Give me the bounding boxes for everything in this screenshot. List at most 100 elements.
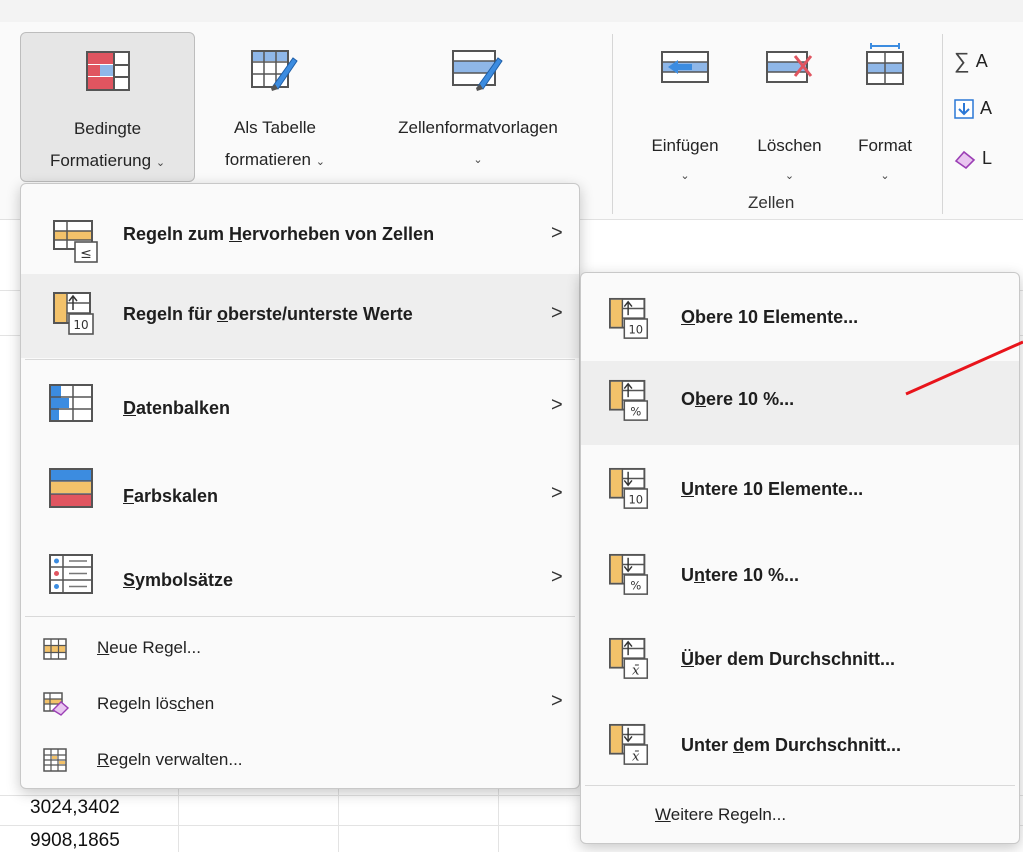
access-key: U [681,479,694,499]
manage-rules-item[interactable]: Regeln verwalten... [21,736,579,786]
below-average-icon: x̄ [609,723,649,765]
top-bottom-rules-icon: 10 [53,292,94,335]
label-part: tere 10 %... [705,565,800,585]
insert-cells-label: Einfügen [651,136,719,155]
access-key: D [123,398,136,418]
clear-rules-item[interactable]: Regeln löschen > [21,680,579,730]
chevron-down-icon: ⌄ [784,170,795,182]
highlight-cells-rules-item[interactable]: ≤ Regeln zum Hervorheben von Zellen > [21,192,579,282]
insert-cells-button[interactable]: Einfügen ⌄ [630,32,740,182]
access-key: d [733,735,745,755]
bottom-10-icon: 10 [609,467,649,509]
new-rule-label: Neue Regel... [97,638,201,658]
top-10-percent-label: Obere 10 %... [681,389,794,410]
format-cells-icon [866,43,904,85]
label-part: Unter [681,735,734,755]
access-key: W [655,805,671,824]
chevron-right-icon: > [551,482,563,504]
label-part: eue Regel... [109,638,201,657]
group-separator [942,34,943,214]
autosum-label: A [975,50,988,71]
fill-label: A [980,98,993,118]
cell-value[interactable]: 9908,1865 [30,830,120,852]
autosum-button[interactable]: ∑ A [954,48,988,74]
access-key: Ü [681,649,694,669]
bottom-10-items-item[interactable]: 10 Untere 10 Elemente... [581,449,1019,533]
eraser-icon [954,150,976,169]
bottom-10-percent-icon: % [609,553,649,595]
above-average-label: Über dem Durchschnitt... [681,649,895,670]
badge-text: 10 [628,492,643,506]
highlight-cells-rules-label: Regeln zum Hervorheben von Zellen [123,224,434,245]
bottom-10-percent-label: Untere 10 %... [681,565,799,586]
manage-rules-icon [43,748,67,772]
access-key: c [177,694,186,713]
format-as-table-label-2: formatieren ⌄ [200,146,350,176]
format-as-table-button[interactable]: Als Tabelle formatieren ⌄ [200,32,350,182]
access-key: n [694,565,705,585]
color-scales-icon [49,468,93,508]
svg-text:10: 10 [73,318,88,332]
label-part: ervorheben von Zellen [242,224,435,244]
more-rules-item[interactable]: Weitere Regeln... [581,791,1019,841]
chevron-down-icon: ⌄ [680,170,690,182]
sigma-icon: ∑ [954,48,970,73]
menu-separator [25,359,575,360]
clear-label: L [982,148,993,168]
access-key: S [123,570,136,590]
format-cells-button[interactable]: Format ⌄ [840,32,930,182]
above-average-item[interactable]: x̄ Über dem Durchschnitt... [581,619,1019,703]
new-rule-item[interactable]: Neue Regel... [21,624,579,674]
bottom-10-items-label: Untere 10 Elemente... [681,479,863,500]
conditional-formatting-button[interactable]: Bedingte Formatierung ⌄ [20,32,195,182]
badge-text: x̄ [632,663,640,678]
above-average-icon: x̄ [609,637,649,679]
label-part: O [681,389,696,409]
highlight-cells-rules-icon: ≤ [53,220,98,263]
bottom-10-percent-item[interactable]: % Untere 10 %... [581,535,1019,619]
color-scales-item[interactable]: Farbskalen > [21,452,579,536]
fill-button[interactable]: A [954,98,992,119]
delete-cells-icon [765,51,812,83]
ribbon-top-strip [0,0,1023,22]
label-part: eitere Regeln... [670,805,787,824]
label-part: ere 10 %... [706,389,795,409]
chevron-right-icon: > [551,394,563,416]
cell-value[interactable]: 3024,3402 [30,797,120,819]
icon-sets-item[interactable]: Symbolsätze > [21,536,579,620]
badge-text: 10 [628,322,643,336]
label-part: Regeln lös [97,694,178,713]
chevron-right-icon: > [551,222,563,244]
below-average-item[interactable]: x̄ Unter dem Durchschnitt... [581,705,1019,789]
cell-styles-button[interactable]: Zellenformatvorlagen ⌄ [360,32,596,182]
svg-text:≤: ≤ [80,246,92,262]
format-as-table-label-2-text: formatieren [225,150,312,169]
top-10-icon: 10 [609,297,649,339]
menu-separator [585,785,1015,786]
clear-button[interactable]: L [954,148,992,169]
data-bars-label: Datenbalken [123,398,230,419]
conditional-formatting-label-2-text: Formatierung [49,151,152,170]
menu-separator [25,616,575,617]
top-10-items-label: Obere 10 Elemente... [681,307,858,328]
cell-styles-label: Zellenformatvorlagen [398,118,558,137]
chevron-right-icon: > [551,302,563,324]
conditional-formatting-icon [85,51,130,91]
chevron-right-icon: > [551,690,563,712]
data-bars-item[interactable]: Datenbalken > [21,364,579,448]
label-part: Regeln für [123,304,218,324]
top-bottom-rules-item[interactable]: 10 Regeln für oberste/unterste Werte > [21,274,579,358]
new-rule-icon [43,638,67,660]
delete-cells-button[interactable]: Löschen ⌄ [742,32,837,182]
group-separator [612,34,613,214]
label-part: em Durchschnitt... [744,735,902,755]
badge-text: x̄ [632,749,640,764]
access-key: R [97,750,110,769]
label-part: hen [185,694,215,713]
color-scales-label: Farbskalen [123,486,218,507]
label-part: Regeln zum [123,224,230,244]
conditional-formatting-label-2: Formatierung ⌄ [21,147,194,177]
label-part: egeln verwalten... [109,750,243,769]
label-part: ymbolsätze [135,570,234,590]
icon-sets-icon [49,554,93,594]
